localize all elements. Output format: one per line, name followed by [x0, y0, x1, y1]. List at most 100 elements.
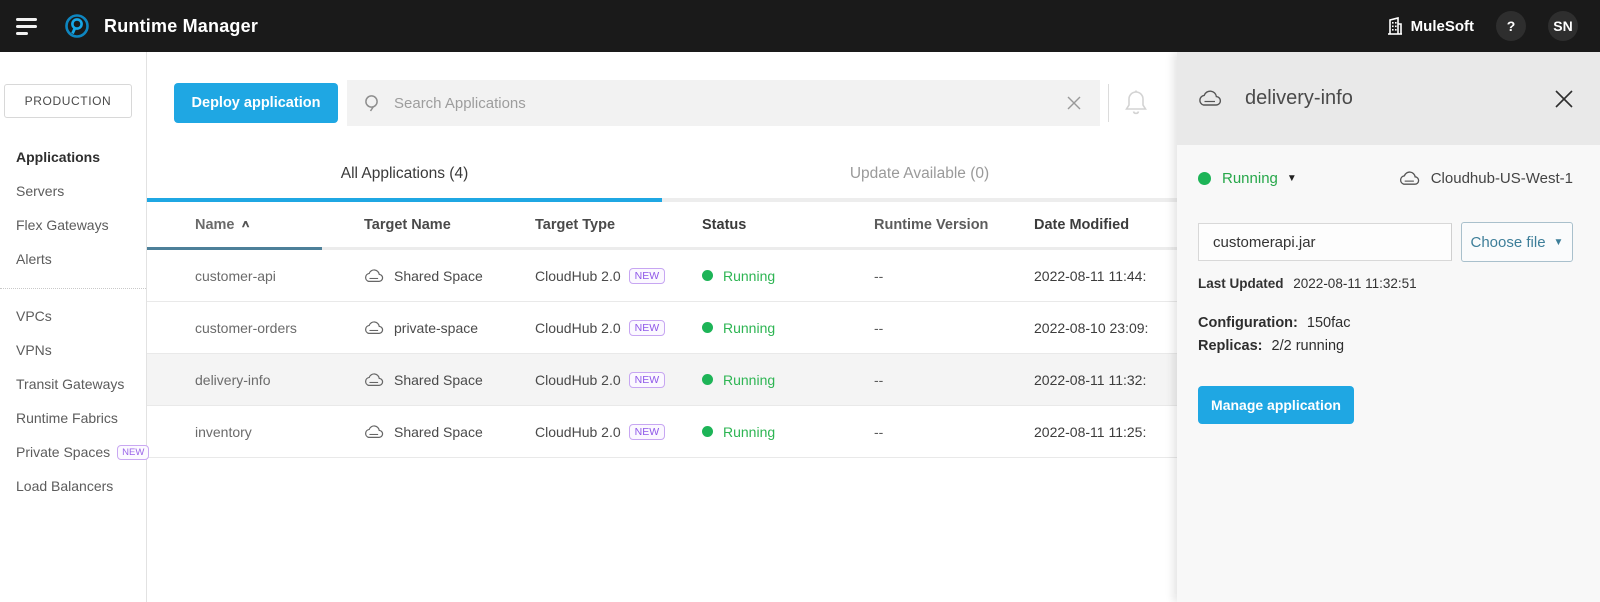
- artifact-filename: customerapi.jar: [1213, 234, 1316, 251]
- clear-search-icon[interactable]: [1066, 95, 1082, 111]
- sidebar-item-servers[interactable]: Servers: [0, 174, 146, 208]
- sidebar-item-label: Transit Gateways: [16, 376, 124, 392]
- status-dot: [702, 270, 713, 281]
- deploy-application-button[interactable]: Deploy application: [174, 83, 338, 123]
- manage-application-button[interactable]: Manage application: [1198, 386, 1354, 424]
- user-avatar[interactable]: SN: [1548, 11, 1578, 41]
- cell-target-type: CloudHub 2.0NEW: [487, 354, 657, 405]
- cell-status: Running: [657, 406, 822, 457]
- close-panel-icon[interactable]: [1554, 89, 1574, 109]
- replicas-label: Replicas:: [1198, 338, 1262, 354]
- sidebar-item-flex-gateways[interactable]: Flex Gateways: [0, 208, 146, 242]
- target-cloud-icon: [364, 373, 384, 387]
- org-name: MuleSoft: [1411, 18, 1474, 35]
- sidebar-item-transit-gateways[interactable]: Transit Gateways: [0, 367, 146, 401]
- app-root: Runtime Manager MuleSoft ? SN: [0, 0, 1600, 602]
- cell-runtime-version: --: [822, 406, 992, 457]
- status-dropdown-caret-icon[interactable]: ▼: [1287, 173, 1297, 184]
- cell-name: customer-api: [147, 250, 322, 301]
- cell-runtime-version: --: [822, 250, 992, 301]
- sidebar-item-runtime-fabrics[interactable]: Runtime Fabrics: [0, 401, 146, 435]
- cell-status: Running: [657, 250, 822, 301]
- notifications-bell-icon[interactable]: [1123, 89, 1149, 117]
- sidebar-item-label: Load Balancers: [16, 478, 113, 494]
- sidebar-item-label: VPCs: [16, 308, 52, 324]
- help-button[interactable]: ?: [1496, 11, 1526, 41]
- cell-runtime-version: --: [822, 302, 992, 353]
- configuration-label: Configuration:: [1198, 315, 1298, 331]
- cell-target-name: private-space: [322, 302, 487, 353]
- column-header-target-name[interactable]: Target Name: [322, 202, 487, 250]
- sidebar-nav-primary: Applications Servers Flex Gateways Alerts: [0, 140, 146, 276]
- sidebar-item-applications[interactable]: Applications: [0, 140, 146, 174]
- detail-panel-header: delivery-info: [1177, 52, 1600, 145]
- panel-title: delivery-info: [1245, 87, 1353, 110]
- cell-target-type: CloudHub 2.0NEW: [487, 302, 657, 353]
- cell-name: delivery-info: [147, 354, 322, 405]
- deployment-region: Cloudhub-US-West-1: [1399, 170, 1573, 187]
- organization-building-icon: [1386, 17, 1403, 35]
- sidebar-item-vpns[interactable]: VPNs: [0, 333, 146, 367]
- column-header-name[interactable]: Name∧: [147, 202, 322, 250]
- sidebar-item-label: Flex Gateways: [16, 217, 109, 233]
- hamburger-menu-icon[interactable]: [16, 14, 40, 39]
- last-updated-row: Last Updated 2022-08-11 11:32:51: [1198, 276, 1573, 291]
- sidebar: PRODUCTION Applications Servers Flex Gatew…: [0, 52, 147, 602]
- tab-all-applications[interactable]: All Applications (4): [147, 150, 662, 202]
- search-input[interactable]: [394, 95, 1066, 112]
- org-menu[interactable]: MuleSoft: [1386, 17, 1474, 35]
- choose-file-caret-icon: ▼: [1554, 237, 1564, 248]
- sidebar-item-load-balancers[interactable]: Load Balancers: [0, 469, 146, 503]
- cell-name: customer-orders: [147, 302, 322, 353]
- top-header: Runtime Manager MuleSoft ? SN: [0, 0, 1600, 52]
- sidebar-item-private-spaces[interactable]: Private Spaces NEW: [0, 435, 146, 469]
- sidebar-item-label: VPNs: [16, 342, 52, 358]
- cell-name: inventory: [147, 406, 322, 457]
- table-row-inventory[interactable]: inventoryShared SpaceCloudHub 2.0NEWRunn…: [147, 406, 1212, 458]
- tab-update-available[interactable]: Update Available (0): [662, 150, 1177, 202]
- choose-file-button[interactable]: Choose file ▼: [1461, 222, 1573, 262]
- table-row-delivery-info[interactable]: delivery-infoShared SpaceCloudHub 2.0NEW…: [147, 354, 1212, 406]
- region-name: Cloudhub-US-West-1: [1431, 170, 1573, 187]
- configuration-value: 150fac: [1307, 315, 1351, 331]
- cell-target-type: CloudHub 2.0NEW: [487, 250, 657, 301]
- target-cloud-icon: [364, 425, 384, 439]
- environment-selector[interactable]: PRODUCTION: [4, 84, 132, 118]
- target-cloud-icon: [364, 321, 384, 335]
- new-badge: NEW: [117, 445, 149, 460]
- cell-status: Running: [657, 302, 822, 353]
- detail-panel-body: Running ▼ Cloudhub-US-West-1 customerapi…: [1177, 145, 1600, 424]
- cell-status: Running: [657, 354, 822, 405]
- configuration-row: Configuration: 150fac: [1198, 315, 1573, 331]
- table-row-customer-orders[interactable]: customer-ordersprivate-spaceCloudHub 2.0…: [147, 302, 1212, 354]
- sidebar-item-alerts[interactable]: Alerts: [0, 242, 146, 276]
- column-header-status[interactable]: Status: [657, 202, 822, 250]
- app-title: Runtime Manager: [104, 16, 258, 37]
- sidebar-item-vpcs[interactable]: VPCs: [0, 299, 146, 333]
- replicas-value: 2/2 running: [1272, 338, 1345, 354]
- column-header-target-type[interactable]: Target Type: [487, 202, 657, 250]
- help-label: ?: [1507, 18, 1516, 34]
- region-cloud-icon: [1399, 171, 1420, 186]
- applications-tabs: All Applications (4) Update Available (0…: [147, 150, 1177, 202]
- sidebar-item-label: Runtime Fabrics: [16, 410, 118, 426]
- table-row-customer-api[interactable]: customer-apiShared SpaceCloudHub 2.0NEWR…: [147, 250, 1212, 302]
- detail-panel: delivery-info Running ▼: [1177, 52, 1600, 602]
- cell-target-name: Shared Space: [322, 250, 487, 301]
- sidebar-item-label: Alerts: [16, 251, 52, 267]
- toolbar: Deploy application: [147, 80, 1247, 126]
- applications-table-body: customer-apiShared SpaceCloudHub 2.0NEWR…: [147, 250, 1212, 458]
- table-header: Name∧ Target Name Target Type Status Run…: [147, 202, 1212, 250]
- application-cloud-icon: [1198, 90, 1222, 107]
- cell-target-type: CloudHub 2.0NEW: [487, 406, 657, 457]
- artifact-filename-input[interactable]: customerapi.jar: [1198, 223, 1452, 261]
- status-dot: [702, 426, 713, 437]
- status-dot: [702, 374, 713, 385]
- panel-status-label: Running: [1222, 170, 1278, 187]
- status-dot: [1198, 172, 1211, 185]
- column-header-runtime-version[interactable]: Runtime Version: [822, 202, 992, 250]
- sidebar-item-label: Private Spaces: [16, 444, 110, 460]
- sidebar-divider: [0, 288, 146, 289]
- search-applications-box[interactable]: [347, 80, 1100, 126]
- sidebar-item-label: Servers: [16, 183, 64, 199]
